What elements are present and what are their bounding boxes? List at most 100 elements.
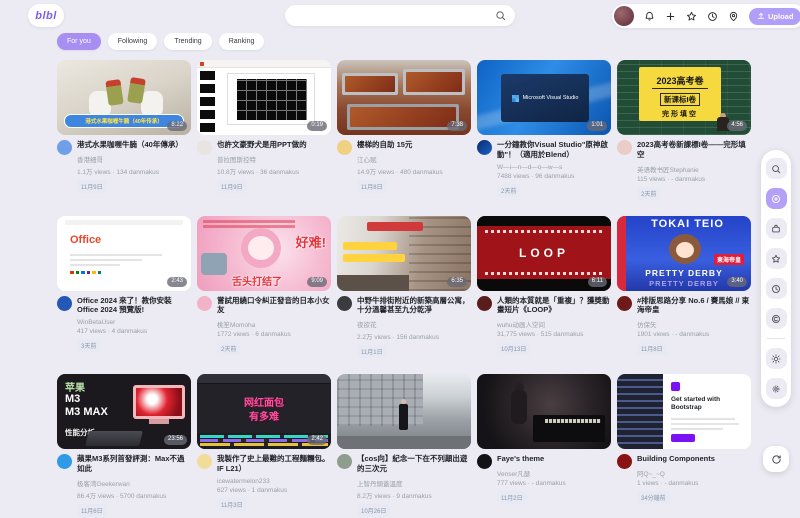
video-thumbnail[interactable]: 港式水果咖喱牛腩（40年传承） 8:22 (57, 60, 191, 135)
uploader-name[interactable]: 阿Q~_~Q (637, 468, 751, 478)
video-card[interactable]: 网红面包 有多难 2:42 我製作了史上最難的工程麵糰包。IF L21） ice… (197, 374, 331, 518)
video-thumbnail[interactable]: Microsoft Visual Studio 1:01 (477, 60, 611, 135)
video-card[interactable]: 好难! 舌头打结了 9:09 嘗試用繞口令糾正發音的日本小女友 桃笙Momoha… (197, 216, 331, 360)
video-title[interactable]: 【cos向】紀念一下在不列顛出遊的三次元 (357, 454, 471, 474)
video-card[interactable]: Get started with Bootstrap Building Comp… (617, 374, 751, 518)
video-thumbnail[interactable]: 0:19 (197, 60, 331, 135)
video-thumbnail[interactable]: 2023高考卷 新课标I卷 完形填空 4:56 (617, 60, 751, 135)
uploader-name[interactable]: icewatermelon233 (217, 478, 331, 485)
tab-following[interactable]: Following (108, 33, 158, 50)
tab-trending[interactable]: Trending (164, 33, 211, 50)
history-clock-icon[interactable] (707, 11, 718, 22)
video-title[interactable]: Building Components (637, 454, 751, 464)
uploader-avatar[interactable] (617, 296, 632, 311)
video-title[interactable]: 人類的本質就是「重複」？獲獎動畫短片《LOOP》 (497, 296, 611, 316)
uploader-name[interactable]: wuhu动画人空间 (497, 319, 611, 329)
uploader-name[interactable]: 上智丹頭蓋溫度 (357, 478, 471, 488)
notifications-bell-icon[interactable] (644, 11, 655, 22)
uploader-name[interactable]: 香港细哥 (77, 154, 191, 164)
video-thumbnail[interactable]: Get started with Bootstrap (617, 374, 751, 449)
search-icon[interactable] (495, 10, 506, 21)
toolbar-coin-icon[interactable] (766, 308, 787, 329)
video-title[interactable]: 中野牛排街附近的新築高層公寓，十分溫馨甚至九分乾淨 (357, 296, 471, 316)
uploader-avatar[interactable] (477, 140, 492, 155)
uploader-avatar[interactable] (197, 454, 212, 469)
video-title[interactable]: 蘋果M3系列首發評測：Max不過如此 (77, 454, 191, 474)
uploader-avatar[interactable] (57, 296, 72, 311)
video-thumbnail[interactable]: 好难! 舌头打结了 9:09 (197, 216, 331, 291)
video-thumbnail[interactable]: 7:38 (337, 60, 471, 135)
video-title[interactable]: 也許文豪野犬是用PPT做的 (217, 140, 331, 150)
video-title[interactable]: #排版思路分享 No.6 / 賽馬娘 // 東海帝皇 (637, 296, 751, 316)
uploader-name[interactable]: 仿保矢 (637, 319, 751, 329)
favorites-star-icon[interactable] (686, 11, 697, 22)
uploader-avatar[interactable] (197, 296, 212, 311)
uploader-name[interactable]: 极客湾Geekerwan (77, 478, 191, 488)
video-title[interactable]: 我製作了史上最難的工程麵糰包。IF L21） (217, 454, 331, 474)
uploader-name[interactable]: 普拉图斯控特 (217, 154, 331, 164)
video-thumbnail[interactable] (337, 374, 471, 449)
uploader-avatar[interactable] (57, 140, 72, 155)
user-avatar[interactable] (614, 6, 634, 26)
video-title[interactable]: 港式水果咖喱牛腩（40年傳承） (77, 140, 191, 150)
toolbar-clock-icon[interactable] (766, 278, 787, 299)
uploader-name[interactable]: WinBetaUser (77, 319, 191, 326)
toolbar-star-icon[interactable] (766, 248, 787, 269)
upload-button[interactable]: Upload (749, 8, 800, 25)
uploader-name[interactable]: Venser凡瑟 (497, 468, 611, 478)
video-title[interactable]: 嘗試用繞口令糾正發音的日本小女友 (217, 296, 331, 316)
tab-for-you[interactable]: For you (57, 33, 101, 50)
toolbar-gear-icon[interactable] (766, 378, 787, 399)
video-card[interactable]: Office 2:43 Office 2024 來了！教你安裝 Office 2… (57, 216, 191, 360)
video-card[interactable]: 苹果 M3 M3 MAX 性能分析 23:56 蘋果M3系列首發評測：Max不過… (57, 374, 191, 518)
uploader-avatar[interactable] (477, 454, 492, 469)
video-thumbnail[interactable]: 苹果 M3 M3 MAX 性能分析 23:56 (57, 374, 191, 449)
search-input[interactable] (294, 11, 495, 20)
uploader-avatar[interactable] (197, 140, 212, 155)
video-thumbnail[interactable]: LOOP 6:11 (477, 216, 611, 291)
uploader-name[interactable]: 江心赋 (357, 154, 471, 164)
tab-ranking[interactable]: Ranking (219, 33, 265, 50)
video-thumbnail[interactable]: TOKAI TEIO 東海帝皇 PRETTY DERBY PRETTY DERB… (617, 216, 751, 291)
uploader-name[interactable]: 桃笙Momoha (217, 319, 331, 329)
uploader-name[interactable]: W—i—n—d—o—w—s (497, 164, 611, 171)
toolbar-sun-icon[interactable] (766, 348, 787, 369)
video-card[interactable]: Faye's theme Venser凡瑟 777 views · - danm… (477, 374, 611, 518)
video-thumbnail[interactable]: Office 2:43 (57, 216, 191, 291)
video-title[interactable]: Office 2024 來了！教你安裝 Office 2024 預覽版! (77, 296, 191, 316)
uploader-avatar[interactable] (337, 454, 352, 469)
toolbar-search-icon[interactable] (766, 158, 787, 179)
location-pin-icon[interactable] (728, 11, 739, 22)
video-thumbnail[interactable]: 网红面包 有多难 2:42 (197, 374, 331, 449)
uploader-avatar[interactable] (617, 454, 632, 469)
uploader-name[interactable]: 夜欲花 (357, 319, 471, 329)
refresh-button[interactable] (763, 446, 789, 472)
video-title[interactable]: 一分鐘教你Visual Studio"原神啟動"！（適用於Blend） (497, 140, 611, 160)
toolbar-compass-icon[interactable] (766, 188, 787, 209)
video-card[interactable]: 2023高考卷 新课标I卷 完形填空 4:56 2023高考卷新課標I卷——完形… (617, 60, 751, 201)
video-card[interactable]: 【cos向】紀念一下在不列顛出遊的三次元 上智丹頭蓋溫度 8.2万 views … (337, 374, 471, 518)
video-title[interactable]: Faye's theme (497, 454, 611, 464)
uploader-avatar[interactable] (617, 140, 632, 155)
plus-icon[interactable] (665, 11, 676, 22)
uploader-avatar[interactable] (337, 140, 352, 155)
search-bar[interactable] (285, 5, 515, 26)
site-logo[interactable]: blbl (28, 4, 64, 27)
video-card[interactable]: LOOP 6:11 人類的本質就是「重複」？獲獎動畫短片《LOOP》 wuhu动… (477, 216, 611, 360)
video-title[interactable]: 2023高考卷新課標I卷——完形填空 (637, 140, 751, 160)
video-card[interactable]: TOKAI TEIO 東海帝皇 PRETTY DERBY PRETTY DERB… (617, 216, 751, 360)
uploader-avatar[interactable] (337, 296, 352, 311)
video-card[interactable]: Microsoft Visual Studio 1:01 一分鐘教你Visual… (477, 60, 611, 201)
uploader-avatar[interactable] (57, 454, 72, 469)
thumb-text: 東海帝皇 (714, 254, 744, 265)
toolbar-briefcase-icon[interactable] (766, 218, 787, 239)
video-card[interactable]: 7:38 樓梯的自助 15元 江心赋 14.9万 views · 480 dan… (337, 60, 471, 201)
video-thumbnail[interactable]: 6:35 (337, 216, 471, 291)
video-card[interactable]: 港式水果咖喱牛腩（40年传承） 8:22 港式水果咖喱牛腩（40年傳承） 香港细… (57, 60, 191, 201)
video-thumbnail[interactable] (477, 374, 611, 449)
uploader-name[interactable]: 英语教书匠Stephanie (637, 164, 751, 174)
uploader-avatar[interactable] (477, 296, 492, 311)
video-card[interactable]: 0:19 也許文豪野犬是用PPT做的 普拉图斯控特 10.8万 views · … (197, 60, 331, 201)
video-title[interactable]: 樓梯的自助 15元 (357, 140, 471, 150)
video-card[interactable]: 6:35 中野牛排街附近的新築高層公寓，十分溫馨甚至九分乾淨 夜欲花 2.2万 … (337, 216, 471, 360)
